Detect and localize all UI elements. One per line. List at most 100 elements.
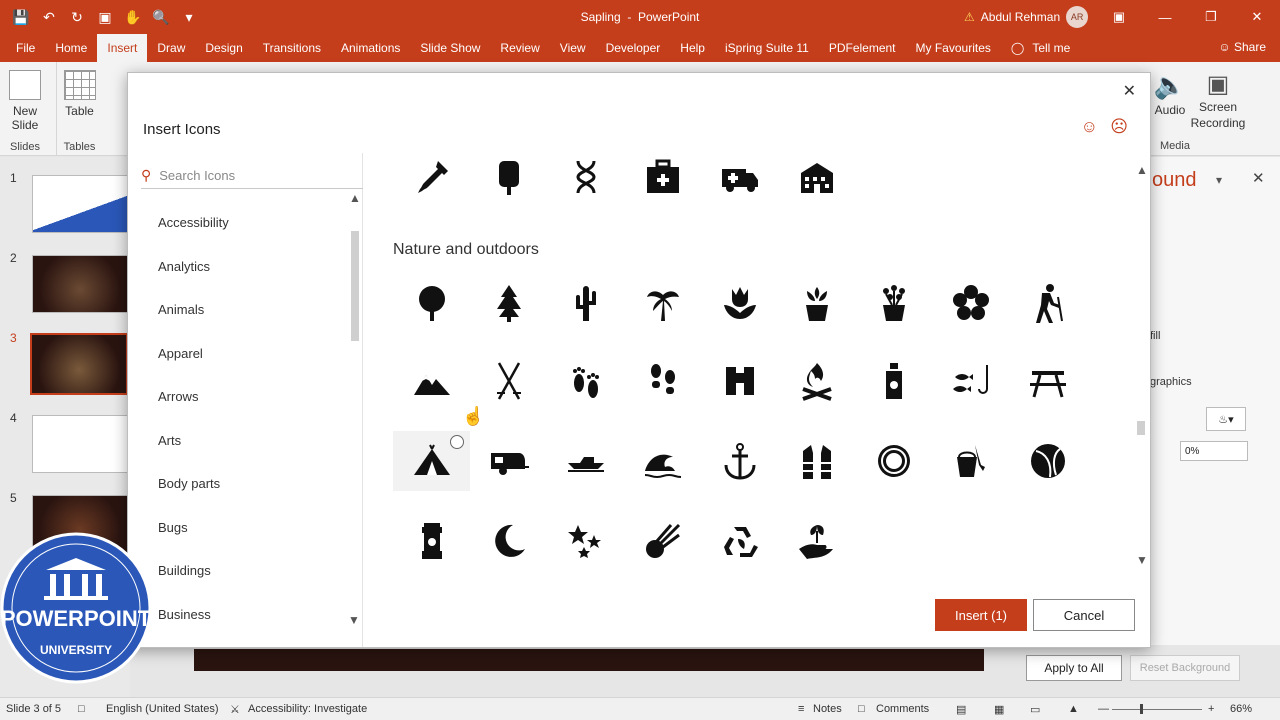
hospital-icon[interactable] xyxy=(778,149,855,207)
reset-background-button[interactable]: Reset Background xyxy=(1130,655,1240,681)
category-scrollbar[interactable]: ▲ xyxy=(349,191,361,621)
reading-view-icon[interactable]: ▭ xyxy=(1030,703,1040,716)
slide-thumbnail-selected[interactable] xyxy=(30,333,128,395)
life-vest-icon[interactable] xyxy=(778,431,855,491)
tab-draw[interactable]: Draw xyxy=(147,34,195,62)
zoom-level[interactable]: 66% xyxy=(1230,703,1252,715)
spelling-icon[interactable]: □ xyxy=(78,703,85,715)
dropper-icon[interactable] xyxy=(393,149,470,207)
shoe-prints-icon[interactable] xyxy=(624,351,701,411)
table-button[interactable]: Table Tables xyxy=(56,62,102,156)
gallery-scroll-up-icon[interactable]: ▲ xyxy=(1136,163,1148,177)
slide-sorter-icon[interactable]: ▦ xyxy=(994,703,1004,716)
tab-help[interactable]: Help xyxy=(670,34,715,62)
share-button[interactable]: ☺ Share xyxy=(1218,40,1266,54)
category-item[interactable]: Buildings xyxy=(129,549,349,593)
palm-tree-icon[interactable] xyxy=(624,273,701,333)
pane-options-icon[interactable]: ▾ xyxy=(1216,173,1222,187)
tab-slide-show[interactable]: Slide Show xyxy=(410,34,490,62)
transparency-input[interactable]: 0% xyxy=(1180,441,1248,461)
redo-icon[interactable]: ↻ xyxy=(66,6,88,28)
tab-pdfelement[interactable]: PDFelement xyxy=(819,34,906,62)
apply-to-all-button[interactable]: Apply to All xyxy=(1026,655,1122,681)
zoom-slider-thumb[interactable] xyxy=(1140,704,1143,714)
first-aid-kit-icon[interactable] xyxy=(624,149,701,207)
tab-ispring[interactable]: iSpring Suite 11 xyxy=(715,34,819,62)
category-item[interactable]: Business xyxy=(129,593,349,637)
tab-animations[interactable]: Animations xyxy=(331,34,410,62)
present-icon[interactable]: ▣ xyxy=(94,6,116,28)
flower-icon[interactable] xyxy=(932,273,1009,333)
hiker-icon[interactable] xyxy=(1009,273,1086,333)
category-item[interactable]: Analytics xyxy=(129,245,349,289)
slide-thumbnail[interactable] xyxy=(32,415,128,473)
mountains-icon[interactable] xyxy=(393,351,470,411)
touch-mode-icon[interactable]: ✋ xyxy=(122,6,144,28)
tab-insert[interactable]: Insert xyxy=(97,34,148,62)
category-item[interactable]: Arrows xyxy=(129,375,349,419)
flower-pot-icon[interactable] xyxy=(855,273,932,333)
frown-feedback-icon[interactable]: ☹ xyxy=(1110,117,1128,137)
new-slide-button[interactable]: New Slide Slides xyxy=(4,62,46,156)
customize-qat-icon[interactable]: ▾ xyxy=(178,6,200,28)
zoom-out-icon[interactable]: — xyxy=(1098,703,1109,715)
tab-tell-me[interactable]: ◯ Tell me xyxy=(1001,34,1080,62)
category-item[interactable]: Animals xyxy=(129,288,349,332)
slide-thumbnail[interactable] xyxy=(32,175,128,233)
scroll-down-icon[interactable]: ▼ xyxy=(348,613,360,627)
scrollbar-thumb[interactable] xyxy=(351,231,359,341)
category-item[interactable]: Accessibility xyxy=(129,201,349,245)
pine-tree-icon[interactable] xyxy=(470,273,547,333)
slide-thumbnail[interactable] xyxy=(32,255,128,313)
print-preview-icon[interactable]: 🔍 xyxy=(150,6,172,28)
wave-icon[interactable] xyxy=(624,431,701,491)
gallery-scroll-down-icon[interactable]: ▼ xyxy=(1136,553,1148,567)
user-account[interactable]: ⚠ Abdul Rehman AR xyxy=(964,6,1089,28)
select-checkbox[interactable] xyxy=(450,435,464,449)
footprints-icon[interactable] xyxy=(547,351,624,411)
moon-icon[interactable] xyxy=(470,511,547,571)
cancel-button[interactable]: Cancel xyxy=(1033,599,1135,631)
scroll-up-icon[interactable]: ▲ xyxy=(349,191,361,205)
camper-trailer-icon[interactable] xyxy=(470,431,547,491)
cactus-icon[interactable] xyxy=(547,273,624,333)
slide-counter[interactable]: Slide 3 of 5 xyxy=(6,703,61,715)
category-item[interactable]: Apparel xyxy=(129,332,349,376)
notes-button[interactable]: Notes xyxy=(813,703,842,715)
insert-button[interactable]: Insert (1) xyxy=(935,599,1027,631)
tab-home[interactable]: Home xyxy=(45,34,97,62)
language-status[interactable]: English (United States) xyxy=(106,703,219,715)
tab-design[interactable]: Design xyxy=(195,34,252,62)
potted-plant-icon[interactable] xyxy=(778,273,855,333)
search-input[interactable]: ⚲ Search Icons xyxy=(141,163,363,189)
recycle-icon[interactable] xyxy=(701,511,778,571)
close-icon[interactable]: ✕ xyxy=(1123,81,1136,101)
undo-icon[interactable]: ↶ xyxy=(38,6,60,28)
comments-button[interactable]: Comments xyxy=(876,703,929,715)
tab-view[interactable]: View xyxy=(550,34,596,62)
beach-ball-icon[interactable] xyxy=(1009,431,1086,491)
tent-icon[interactable] xyxy=(393,431,470,491)
lantern-icon[interactable] xyxy=(393,511,470,571)
tab-review[interactable]: Review xyxy=(490,34,549,62)
zoom-in-icon[interactable]: + xyxy=(1208,703,1214,715)
zoom-slider[interactable] xyxy=(1112,709,1202,710)
campfire-icon[interactable] xyxy=(778,351,855,411)
picnic-table-icon[interactable] xyxy=(1009,351,1086,411)
tree-icon[interactable] xyxy=(393,273,470,333)
tab-transitions[interactable]: Transitions xyxy=(253,34,331,62)
save-icon[interactable]: 💾 xyxy=(10,6,32,28)
accessibility-status[interactable]: Accessibility: Investigate xyxy=(248,703,367,715)
slideshow-icon[interactable]: ▲ xyxy=(1068,703,1079,715)
close-window-icon[interactable]: ✕ xyxy=(1234,0,1280,34)
category-item[interactable]: Arts xyxy=(129,419,349,463)
screen-recording-button[interactable]: ▣ Screen Recording xyxy=(1190,62,1246,156)
maximize-icon[interactable]: ❐ xyxy=(1188,0,1234,34)
comet-icon[interactable] xyxy=(624,511,701,571)
binoculars-icon[interactable] xyxy=(701,351,778,411)
smile-feedback-icon[interactable]: ☺ xyxy=(1081,117,1098,137)
hand-plant-icon[interactable] xyxy=(778,511,855,571)
iv-bag-icon[interactable] xyxy=(470,149,547,207)
stars-icon[interactable] xyxy=(547,511,624,571)
gallery-scrollbar-thumb[interactable] xyxy=(1137,421,1145,435)
